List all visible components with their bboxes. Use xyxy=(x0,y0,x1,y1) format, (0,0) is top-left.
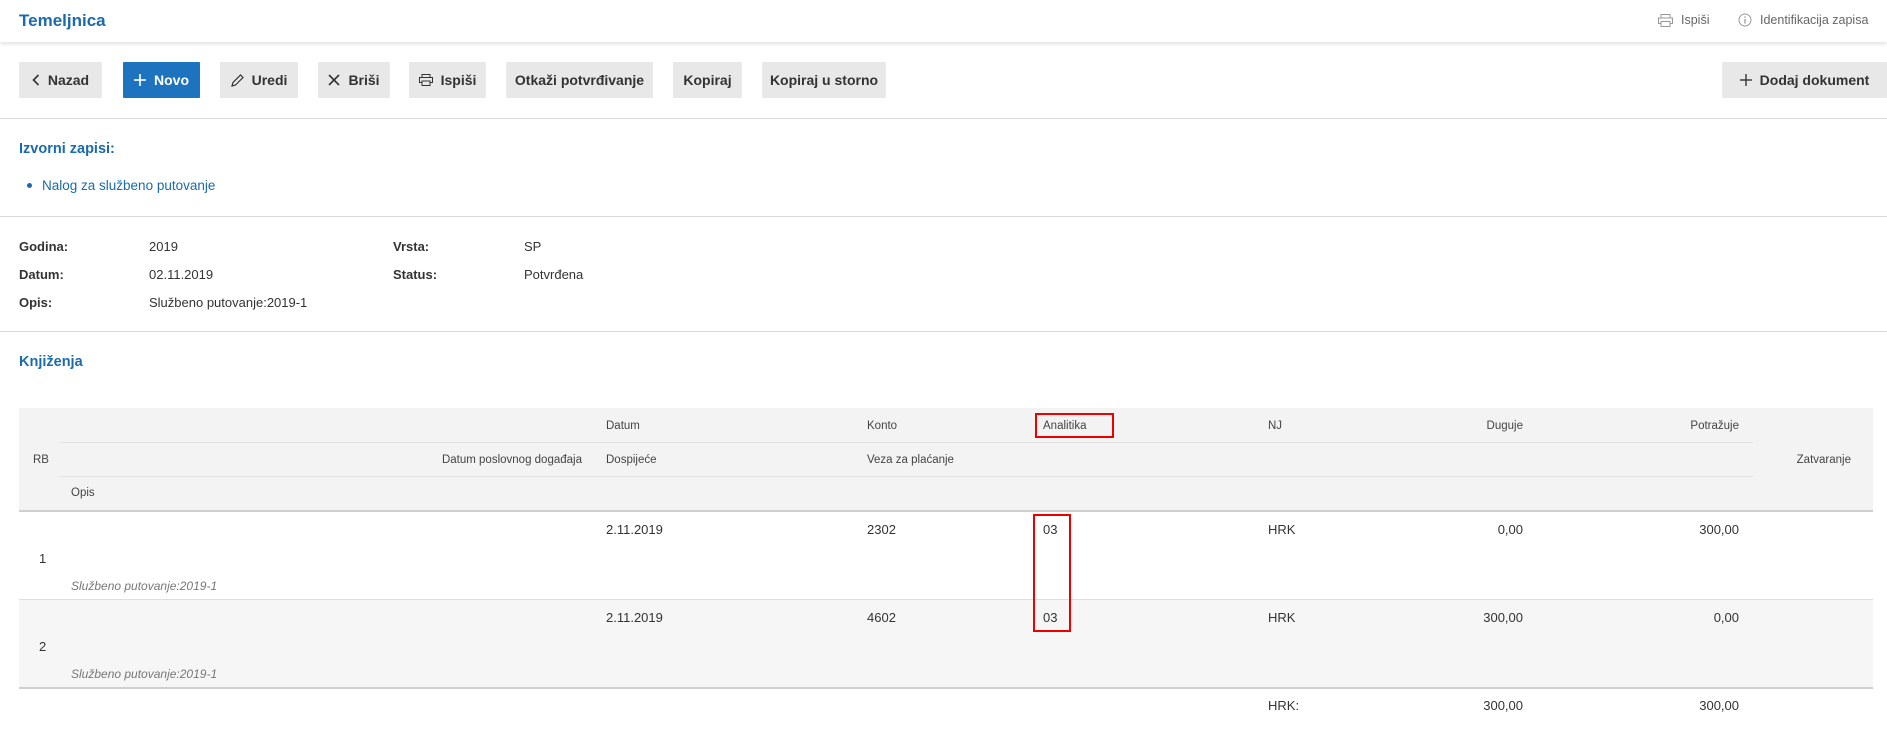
col-header-duguje: Duguje xyxy=(1486,420,1523,432)
sources-title: Izvorni zapisi: xyxy=(19,141,115,157)
year-value: 2019 xyxy=(149,239,178,254)
pencil-icon xyxy=(230,73,244,87)
row-credit: 300,00 xyxy=(1699,522,1739,537)
plus-icon xyxy=(1739,74,1752,86)
col-header-rb: RB xyxy=(33,454,49,466)
new-button[interactable]: Novo xyxy=(123,62,200,98)
totals-credit: 300,00 xyxy=(1699,698,1739,713)
col-header-veza: Veza za plaćanje xyxy=(867,454,954,466)
info-icon xyxy=(1738,13,1752,27)
new-button-label: Novo xyxy=(154,72,189,88)
source-link-label: Nalog za službeno putovanje xyxy=(42,178,216,193)
table-row[interactable]: 2.11.2019 2302 03 HRK 0,00 300,00 1 Služ… xyxy=(19,512,1873,600)
copy-button[interactable]: Kopiraj xyxy=(673,62,742,98)
copy-button-label: Kopiraj xyxy=(683,72,732,88)
totals-debit: 300,00 xyxy=(1483,698,1523,713)
printer-icon xyxy=(418,74,433,86)
delete-button[interactable]: Briši xyxy=(318,62,390,98)
bullet xyxy=(27,183,32,188)
record-identification-button[interactable]: Identifikacija zapisa xyxy=(1738,13,1868,27)
close-icon xyxy=(328,74,341,86)
col-header-nj: NJ xyxy=(1268,420,1283,432)
description-value: Službeno putovanje:2019-1 xyxy=(149,295,308,310)
col-header-potrazuje: Potražuje xyxy=(1690,420,1739,432)
table-row[interactable]: 2.11.2019 4602 03 HRK 300,00 0,00 2 Služ… xyxy=(19,600,1873,688)
row-date: 2.11.2019 xyxy=(606,522,663,537)
page-title: Temeljnica xyxy=(19,11,106,30)
status-value: Potvrđena xyxy=(524,267,584,282)
row-number: 2 xyxy=(39,639,47,654)
status-label: Status: xyxy=(393,267,438,282)
header-divider xyxy=(59,476,1753,477)
description-label: Opis: xyxy=(19,295,53,310)
row-debit: 0,00 xyxy=(1497,522,1523,537)
date-value: 02.11.2019 xyxy=(149,267,214,282)
cancel-confirmation-label: Otkaži potvrđivanje xyxy=(514,72,645,88)
print-button[interactable]: Ispiši xyxy=(409,62,486,98)
row-date: 2.11.2019 xyxy=(606,610,663,625)
divider xyxy=(0,216,1887,217)
col-header-dospijece: Dospijeće xyxy=(606,454,657,466)
print-button-label: Ispiši xyxy=(440,72,477,88)
row-currency: HRK xyxy=(1268,522,1296,537)
cancel-confirmation-button[interactable]: Otkaži potvrđivanje xyxy=(506,62,653,98)
row-debit: 300,00 xyxy=(1483,610,1523,625)
table-header: Datum Konto Analitika NJ Duguje Potražuj… xyxy=(19,408,1873,512)
row-credit: 0,00 xyxy=(1713,610,1739,625)
copy-storno-button[interactable]: Kopiraj u storno xyxy=(762,62,886,98)
totals-currency: HRK: xyxy=(1268,698,1300,713)
col-header-datum: Datum xyxy=(606,420,640,432)
analitika-values-highlight xyxy=(1033,514,1071,632)
col-header-opis: Opis xyxy=(71,487,95,499)
add-document-button[interactable]: Dodaj dokument xyxy=(1722,62,1887,98)
row-description: Službeno putovanje:2019-1 xyxy=(71,579,218,593)
totals-divider xyxy=(19,687,1873,689)
printer-icon xyxy=(1658,13,1673,27)
divider xyxy=(0,118,1887,119)
header-divider xyxy=(59,442,1753,443)
copy-storno-label: Kopiraj u storno xyxy=(769,72,879,88)
plus-icon xyxy=(134,74,146,86)
top-bar: Temeljnica Ispiši Identifikacija zapisa xyxy=(0,0,1887,42)
delete-button-label: Briši xyxy=(348,72,380,88)
row-account: 4602 xyxy=(867,610,896,625)
header-print-button[interactable]: Ispiši xyxy=(1658,13,1709,27)
edit-button[interactable]: Uredi xyxy=(220,62,298,98)
row-currency: HRK xyxy=(1268,610,1296,625)
record-identification-label: Identifikacija zapisa xyxy=(1760,13,1869,27)
row-account: 2302 xyxy=(867,522,896,537)
chevron-left-icon xyxy=(32,74,39,86)
type-label: Vrsta: xyxy=(393,239,430,254)
header-print-label: Ispiši xyxy=(1681,13,1710,27)
type-value: SP xyxy=(524,239,542,254)
source-link[interactable]: Nalog za službeno putovanje xyxy=(27,178,215,193)
col-header-zatvaranje: Zatvaranje xyxy=(1796,454,1851,466)
back-button-label: Nazad xyxy=(47,72,90,88)
col-header-datum-poslovnog: Datum poslovnog događaja xyxy=(441,454,582,466)
date-label: Datum: xyxy=(19,267,64,282)
row-number: 1 xyxy=(39,551,47,566)
postings-title: Knjiženja xyxy=(19,354,83,370)
edit-button-label: Uredi xyxy=(251,72,288,88)
row-description: Službeno putovanje:2019-1 xyxy=(71,667,218,681)
col-header-konto: Konto xyxy=(867,420,898,432)
back-button[interactable]: Nazad xyxy=(19,62,102,98)
add-document-label: Dodaj dokument xyxy=(1759,72,1870,88)
divider xyxy=(0,331,1887,332)
analitika-header-highlight xyxy=(1035,413,1114,438)
year-label: Godina: xyxy=(19,239,69,254)
